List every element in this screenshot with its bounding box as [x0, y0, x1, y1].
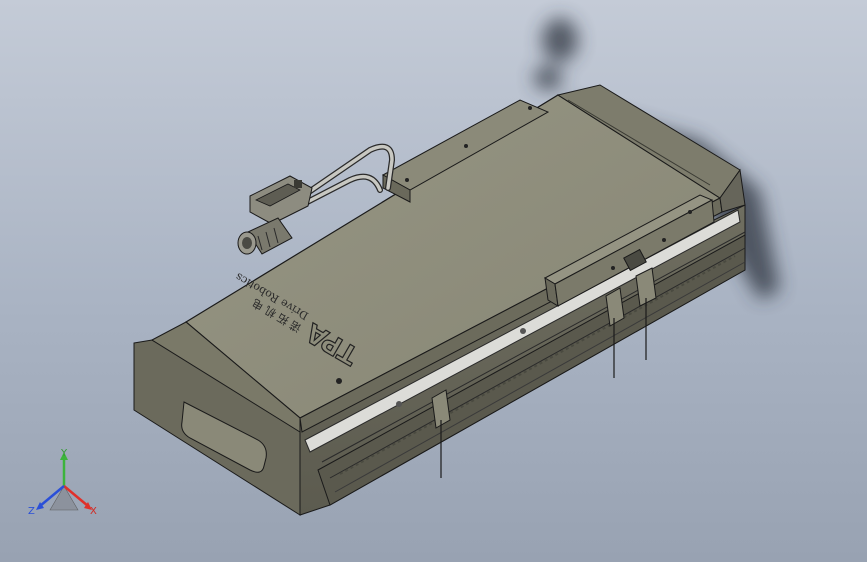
- motor-round-connector[interactable]: [237, 217, 293, 255]
- rail-hole: [396, 401, 402, 407]
- triad-base: [49, 485, 79, 511]
- linear-module-model[interactable]: TPA 诺 拓 机 电 Drive Robotics: [0, 0, 867, 562]
- triad-z-label: Z: [28, 506, 35, 517]
- coordinate-triad[interactable]: Y X Z: [22, 448, 107, 523]
- triad-x-label: X: [90, 506, 97, 517]
- cad-viewport[interactable]: TPA 诺 拓 机 电 Drive Robotics Y X Z: [0, 0, 867, 562]
- dsub-connector[interactable]: [249, 175, 313, 225]
- logo-mark: [336, 378, 342, 384]
- rail-hole: [520, 328, 526, 334]
- triad-y-label: Y: [60, 448, 68, 459]
